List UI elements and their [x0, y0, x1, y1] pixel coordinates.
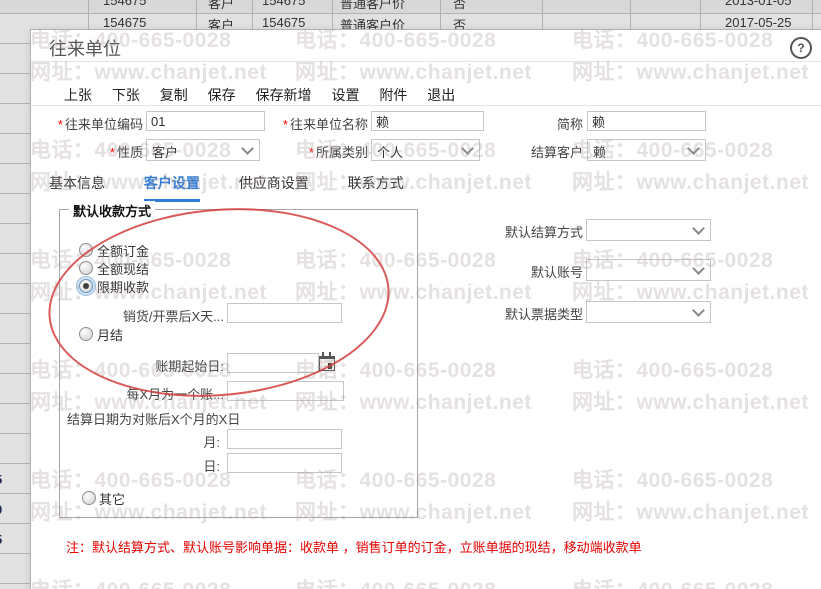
field-label-short-name: 简称	[479, 114, 583, 133]
menu-item-copy[interactable]: 复制	[160, 85, 188, 105]
screen: 154675 客户 154675 普通客户价 否 2013-01-05 1546…	[0, 0, 821, 589]
table-cell: 154675	[262, 15, 305, 30]
clipped-text-fragment: 0	[0, 502, 2, 517]
calendar-icon[interactable]	[318, 352, 336, 370]
radio-monthly-settle[interactable]	[79, 327, 93, 341]
day-label: 日:	[160, 456, 220, 475]
help-icon[interactable]: ?	[790, 37, 812, 59]
months-per-period-label: 每X月为一个账...	[74, 384, 224, 403]
clipped-text-fragment: 5	[0, 472, 2, 487]
default-account-label: 默认账号	[479, 262, 583, 281]
required-asterisk: *	[110, 145, 115, 160]
menu-item-attachment[interactable]: 附件	[379, 85, 407, 105]
field-label-code: *往来单位编码	[39, 114, 143, 133]
chevron-down-icon	[692, 262, 705, 275]
field-label-category: *所属类别	[259, 142, 368, 161]
table-gridline	[0, 13, 821, 14]
chevron-down-icon	[692, 222, 705, 235]
field-label-nature: *性质	[39, 142, 143, 161]
default-payment-method-group: 默认收款方式 全额订金 全额现结 限期收款 销货/开票后X天... 月结 账期起…	[59, 209, 418, 518]
tab-contact-info[interactable]: 联系方式	[348, 173, 404, 199]
menu-item-prev[interactable]: 上张	[64, 85, 92, 105]
required-asterisk: *	[58, 117, 63, 132]
table-cell: 普通客户价	[340, 0, 405, 12]
toolbar-menu: 上张 下张 复制 保存 保存新增 设置 附件 退出	[64, 85, 471, 105]
chevron-down-icon	[687, 142, 700, 155]
period-start-label: 账期起始日:	[74, 356, 224, 375]
divider	[31, 61, 821, 62]
table-cell: 2013-01-05	[725, 0, 792, 8]
menu-item-save[interactable]: 保存	[208, 85, 236, 105]
months-per-period-input[interactable]	[227, 381, 344, 401]
radio-label[interactable]: 其它	[99, 489, 125, 508]
footnote: 注：默认结算方式、默认账号影响单据：收款单 ，销售订单的订金，立账单据的现结，移…	[66, 537, 642, 556]
name-input[interactable]	[371, 111, 484, 131]
table-cell: 154675	[262, 0, 305, 8]
days-after-invoice-label: 销货/开票后X天...	[74, 306, 224, 325]
radio-full-deposit[interactable]	[79, 243, 93, 257]
table-cell: 否	[453, 0, 466, 12]
radio-label[interactable]: 全额现结	[97, 259, 149, 278]
short-name-input[interactable]	[587, 111, 706, 131]
radio-full-cash[interactable]	[79, 261, 93, 275]
default-bill-type-select[interactable]	[586, 301, 711, 323]
table-cell: 2017-05-25	[725, 15, 792, 30]
clipped-text-fragment: 5	[0, 532, 2, 547]
tab-bar: 基本信息 客户设置 供应商设置 联系方式	[49, 173, 439, 202]
default-settle-method-label: 默认结算方式	[479, 222, 583, 241]
nature-select[interactable]: 客户	[146, 139, 260, 161]
required-asterisk: *	[283, 117, 288, 132]
chevron-down-icon	[241, 142, 254, 155]
menu-item-save-new[interactable]: 保存新增	[256, 85, 312, 105]
days-after-invoice-input[interactable]	[227, 303, 342, 323]
default-bill-type-label: 默认票据类型	[479, 304, 583, 323]
group-legend: 默认收款方式	[69, 201, 155, 220]
tab-basic-info[interactable]: 基本信息	[49, 173, 105, 199]
radio-other[interactable]	[82, 491, 96, 505]
month-input[interactable]	[227, 429, 342, 449]
radio-label[interactable]: 全额订金	[97, 241, 149, 260]
settle-rule-label: 结算日期为对账后X个月的X日	[67, 409, 240, 428]
tab-customer-settings[interactable]: 客户设置	[144, 173, 200, 202]
radio-term-collection[interactable]	[79, 279, 93, 293]
tab-supplier-settings[interactable]: 供应商设置	[239, 173, 309, 199]
table-cell: 客户	[208, 0, 234, 12]
menu-item-exit[interactable]: 退出	[427, 85, 455, 105]
table-cell: 154675	[103, 15, 146, 30]
menu-item-settings[interactable]: 设置	[331, 85, 359, 105]
day-input[interactable]	[227, 453, 342, 473]
settle-customer-select[interactable]: 赖	[587, 139, 706, 161]
field-label-name: *往来单位名称	[259, 114, 368, 133]
field-label-settle-customer: 结算客户	[479, 142, 583, 161]
default-settle-method-select[interactable]	[586, 219, 711, 241]
default-account-select[interactable]	[586, 259, 711, 281]
table-cell: 154675	[103, 0, 146, 8]
radio-label[interactable]: 限期收款	[97, 277, 149, 296]
radio-label[interactable]: 月结	[97, 325, 123, 344]
divider	[31, 105, 821, 106]
dialog-title: 往来单位	[49, 35, 121, 61]
menu-item-next[interactable]: 下张	[112, 85, 140, 105]
category-select[interactable]: 个人	[371, 139, 480, 161]
required-asterisk: *	[309, 145, 314, 160]
chevron-down-icon	[692, 304, 705, 317]
business-partner-dialog: 往来单位 ? 上张 下张 复制 保存 保存新增 设置 附件 退出 *往来单位编码…	[30, 29, 821, 589]
chevron-down-icon	[461, 142, 474, 155]
period-start-input[interactable]	[227, 353, 319, 373]
code-input[interactable]	[146, 111, 265, 131]
month-label: 月:	[160, 432, 220, 451]
